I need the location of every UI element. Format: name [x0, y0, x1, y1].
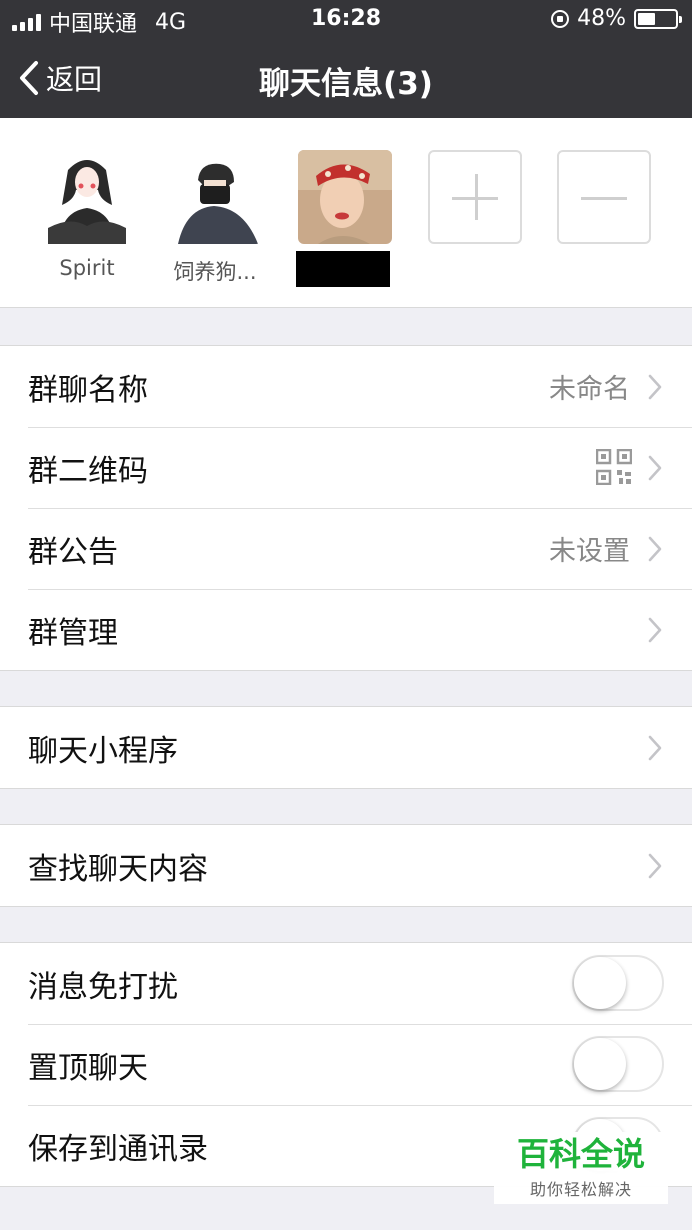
battery-percent: 48%	[577, 6, 626, 31]
member-name: 饲养狗...	[173, 260, 257, 284]
watermark-logo: 百科全说 助你轻松解决	[494, 1132, 668, 1204]
chevron-right-icon	[648, 735, 662, 761]
qr-code-icon	[596, 449, 632, 485]
redaction-box	[296, 251, 390, 287]
member-dog-keeper[interactable]: 饲养狗...	[168, 150, 262, 286]
row-label: 保存到通讯录	[28, 1131, 208, 1167]
row-label: 群聊名称	[28, 372, 148, 408]
watermark-subtitle: 助你轻松解决	[529, 1180, 632, 1199]
row-label: 查找聊天内容	[28, 851, 208, 887]
sticky-row: 置顶聊天	[0, 1024, 692, 1105]
mini-programs-row[interactable]: 聊天小程序	[0, 707, 692, 788]
sticky-toggle[interactable]	[572, 1036, 664, 1092]
top-bar: 中国联通 4G 16:28 48% 返回 聊天信息(3)	[0, 0, 692, 118]
row-value: 未设置	[549, 536, 630, 567]
row-value: 未命名	[549, 374, 630, 405]
row-label: 聊天小程序	[28, 733, 178, 769]
group-info-section: 群聊名称 未命名 群二维码 群公告 未设置 群管理	[0, 345, 692, 671]
avatar	[168, 150, 262, 244]
battery-icon	[634, 8, 682, 29]
chevron-right-icon	[648, 853, 662, 879]
mute-row: 消息免打扰	[0, 943, 692, 1024]
row-label: 消息免打扰	[28, 969, 178, 1005]
add-member-button[interactable]	[428, 150, 522, 244]
avatar	[298, 150, 392, 244]
member-grid: Spirit 饲养狗...	[0, 118, 692, 308]
search-section: 查找聊天内容	[0, 824, 692, 907]
member-third[interactable]	[298, 150, 392, 256]
mute-toggle[interactable]	[572, 955, 664, 1011]
avatar	[40, 150, 134, 244]
group-qr-row[interactable]: 群二维码	[0, 427, 692, 508]
watermark-title: 百科全说	[516, 1135, 645, 1173]
toggle-knob	[574, 1038, 626, 1090]
group-name-row[interactable]: 群聊名称 未命名	[0, 346, 692, 427]
status-bar: 中国联通 4G 16:28 48%	[0, 0, 692, 38]
row-label: 群公告	[28, 534, 118, 570]
chevron-right-icon	[648, 374, 662, 400]
remove-member-button[interactable]	[557, 150, 651, 244]
mini-program-section: 聊天小程序	[0, 706, 692, 789]
chevron-right-icon	[648, 455, 662, 481]
group-manage-row[interactable]: 群管理	[0, 589, 692, 670]
row-label: 置顶聊天	[28, 1050, 148, 1086]
member-name: Spirit	[59, 256, 115, 280]
group-notice-row[interactable]: 群公告 未设置	[0, 508, 692, 589]
rotation-lock-icon	[551, 9, 570, 28]
member-spirit[interactable]: Spirit	[40, 150, 134, 280]
row-label: 群管理	[28, 615, 118, 651]
chevron-right-icon	[648, 617, 662, 643]
search-history-row[interactable]: 查找聊天内容	[0, 825, 692, 906]
page-title: 聊天信息(3)	[259, 66, 433, 102]
row-label: 群二维码	[28, 453, 148, 489]
toggle-knob	[574, 957, 626, 1009]
chevron-right-icon	[648, 536, 662, 562]
